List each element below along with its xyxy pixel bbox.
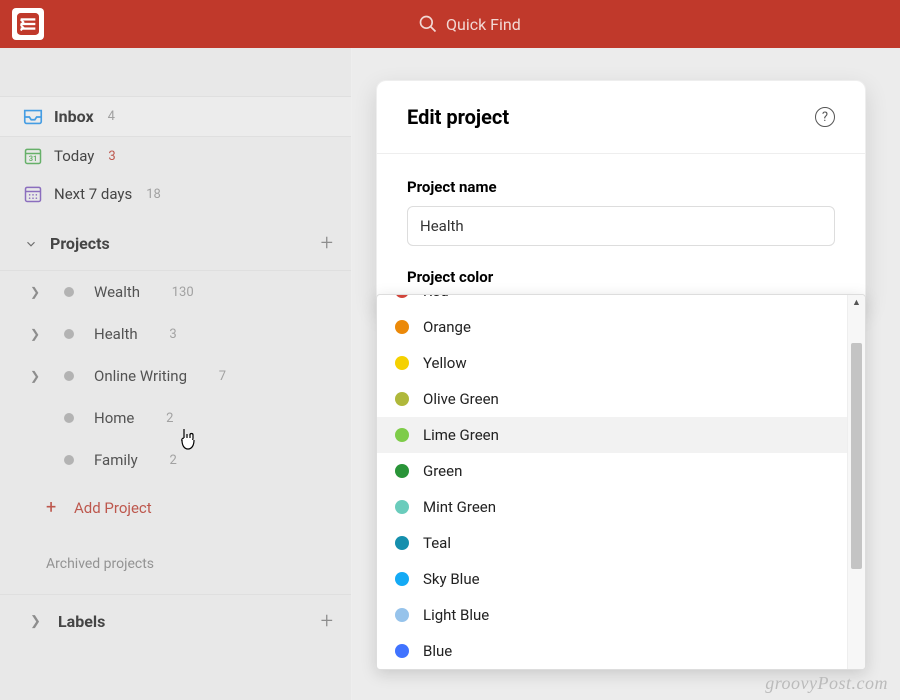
- project-row[interactable]: Home 2: [0, 397, 351, 439]
- project-count: 2: [166, 411, 173, 426]
- add-project-link[interactable]: + Add Project: [0, 481, 351, 534]
- color-option[interactable]: Green: [377, 453, 847, 489]
- chevron-right-icon: ❯: [30, 369, 42, 383]
- inbox-count: 4: [108, 109, 115, 124]
- project-name: Family: [94, 451, 138, 469]
- project-name: Home: [94, 409, 134, 427]
- inbox-icon: [22, 106, 44, 128]
- color-name: Sky Blue: [423, 570, 480, 588]
- color-option[interactable]: Mint Green: [377, 489, 847, 525]
- color-option[interactable]: Orange: [377, 309, 847, 345]
- chevron-right-icon: ❯: [30, 285, 42, 299]
- sidebar-today[interactable]: 31 Today 3: [0, 137, 351, 175]
- color-name: Orange: [423, 318, 471, 336]
- color-name: Blue: [423, 642, 452, 660]
- next7-label: Next 7 days: [54, 185, 132, 203]
- add-project-label: Add Project: [74, 499, 152, 517]
- color-name: Olive Green: [423, 390, 499, 408]
- modal-title: Edit project: [407, 105, 509, 129]
- calendar-today-icon: 31: [22, 145, 44, 167]
- project-count: 3: [169, 327, 176, 342]
- sidebar-next7[interactable]: Next 7 days 18: [0, 175, 351, 213]
- app-logo[interactable]: [12, 8, 44, 40]
- project-color-dot: [64, 287, 74, 297]
- add-project-plus-icon[interactable]: +: [321, 231, 333, 256]
- calendar-week-icon: [22, 183, 44, 205]
- labels-title: Labels: [58, 612, 321, 631]
- color-name: Teal: [423, 534, 451, 552]
- color-swatch: [395, 500, 409, 514]
- color-swatch: [395, 356, 409, 370]
- project-count: 7: [219, 369, 226, 384]
- project-row[interactable]: ❯ Wealth 130: [0, 271, 351, 313]
- color-name: Mint Green: [423, 498, 496, 516]
- project-name-input[interactable]: [407, 206, 835, 246]
- project-name: Online Writing: [94, 367, 187, 385]
- color-option[interactable]: Teal: [377, 525, 847, 561]
- color-name: Yellow: [423, 354, 467, 372]
- project-color-dot: [64, 455, 74, 465]
- project-color-dot: [64, 413, 74, 423]
- search-placeholder: Quick Find: [446, 15, 521, 34]
- search-icon: [418, 14, 438, 34]
- color-swatch: [395, 464, 409, 478]
- quick-find[interactable]: Quick Find: [418, 14, 521, 34]
- color-name: Red: [423, 295, 449, 300]
- plus-icon: +: [46, 497, 60, 518]
- project-row[interactable]: ❯ Health 3: [0, 313, 351, 355]
- project-count: 2: [169, 453, 176, 468]
- project-color-dot: [64, 329, 74, 339]
- color-swatch: [395, 644, 409, 658]
- project-name-label: Project name: [407, 178, 835, 196]
- color-option[interactable]: Sky Blue: [377, 561, 847, 597]
- scroll-up-arrow-icon[interactable]: ▲: [848, 297, 865, 308]
- archived-projects-link[interactable]: Archived projects: [0, 534, 351, 594]
- project-row[interactable]: ❯ Online Writing 7: [0, 355, 351, 397]
- color-option[interactable]: Light Blue: [377, 597, 847, 633]
- projects-section-header[interactable]: Projects +: [0, 217, 351, 271]
- project-name: Health: [94, 325, 138, 343]
- inbox-label: Inbox: [54, 107, 94, 126]
- color-name: Light Blue: [423, 606, 489, 624]
- color-swatch: [395, 572, 409, 586]
- svg-text:31: 31: [29, 154, 38, 163]
- projects-title: Projects: [50, 234, 321, 253]
- project-count: 130: [172, 285, 194, 300]
- project-color-label: Project color: [407, 268, 835, 286]
- add-label-plus-icon[interactable]: +: [321, 609, 333, 634]
- color-name: Green: [423, 462, 462, 480]
- color-dropdown[interactable]: Red Orange Yellow Olive Green Lime Green Gree…: [376, 294, 866, 670]
- color-option[interactable]: Lime Green: [377, 417, 847, 453]
- color-option[interactable]: Olive Green: [377, 381, 847, 417]
- color-swatch: [395, 295, 409, 298]
- color-option[interactable]: Yellow: [377, 345, 847, 381]
- help-icon[interactable]: ?: [815, 107, 835, 127]
- color-name: Lime Green: [423, 426, 499, 444]
- chevron-down-icon: [22, 235, 40, 253]
- next7-count: 18: [146, 187, 161, 202]
- today-count: 3: [108, 149, 115, 164]
- sidebar-inbox[interactable]: Inbox 4: [0, 96, 351, 137]
- sidebar: Inbox 4 31 Today 3 Next 7 days 18 Projec…: [0, 48, 352, 700]
- watermark: groovyPost.com: [765, 673, 888, 694]
- scroll-thumb[interactable]: [851, 343, 862, 569]
- app-header: Quick Find: [0, 0, 900, 48]
- color-swatch: [395, 428, 409, 442]
- project-color-dot: [64, 371, 74, 381]
- labels-section-header[interactable]: ❯ Labels +: [0, 594, 351, 648]
- dropdown-scrollbar[interactable]: ▲: [847, 295, 865, 669]
- edit-project-modal: Edit project ? Project name Project colo…: [376, 80, 866, 307]
- color-swatch: [395, 392, 409, 406]
- color-swatch: [395, 320, 409, 334]
- color-option[interactable]: Red: [377, 295, 847, 309]
- chevron-right-icon: ❯: [30, 614, 48, 629]
- project-row[interactable]: Family 2: [0, 439, 351, 481]
- color-swatch: [395, 608, 409, 622]
- today-label: Today: [54, 147, 94, 165]
- color-swatch: [395, 536, 409, 550]
- color-option[interactable]: Blue: [377, 633, 847, 669]
- chevron-right-icon: ❯: [30, 327, 42, 341]
- project-name: Wealth: [94, 283, 140, 301]
